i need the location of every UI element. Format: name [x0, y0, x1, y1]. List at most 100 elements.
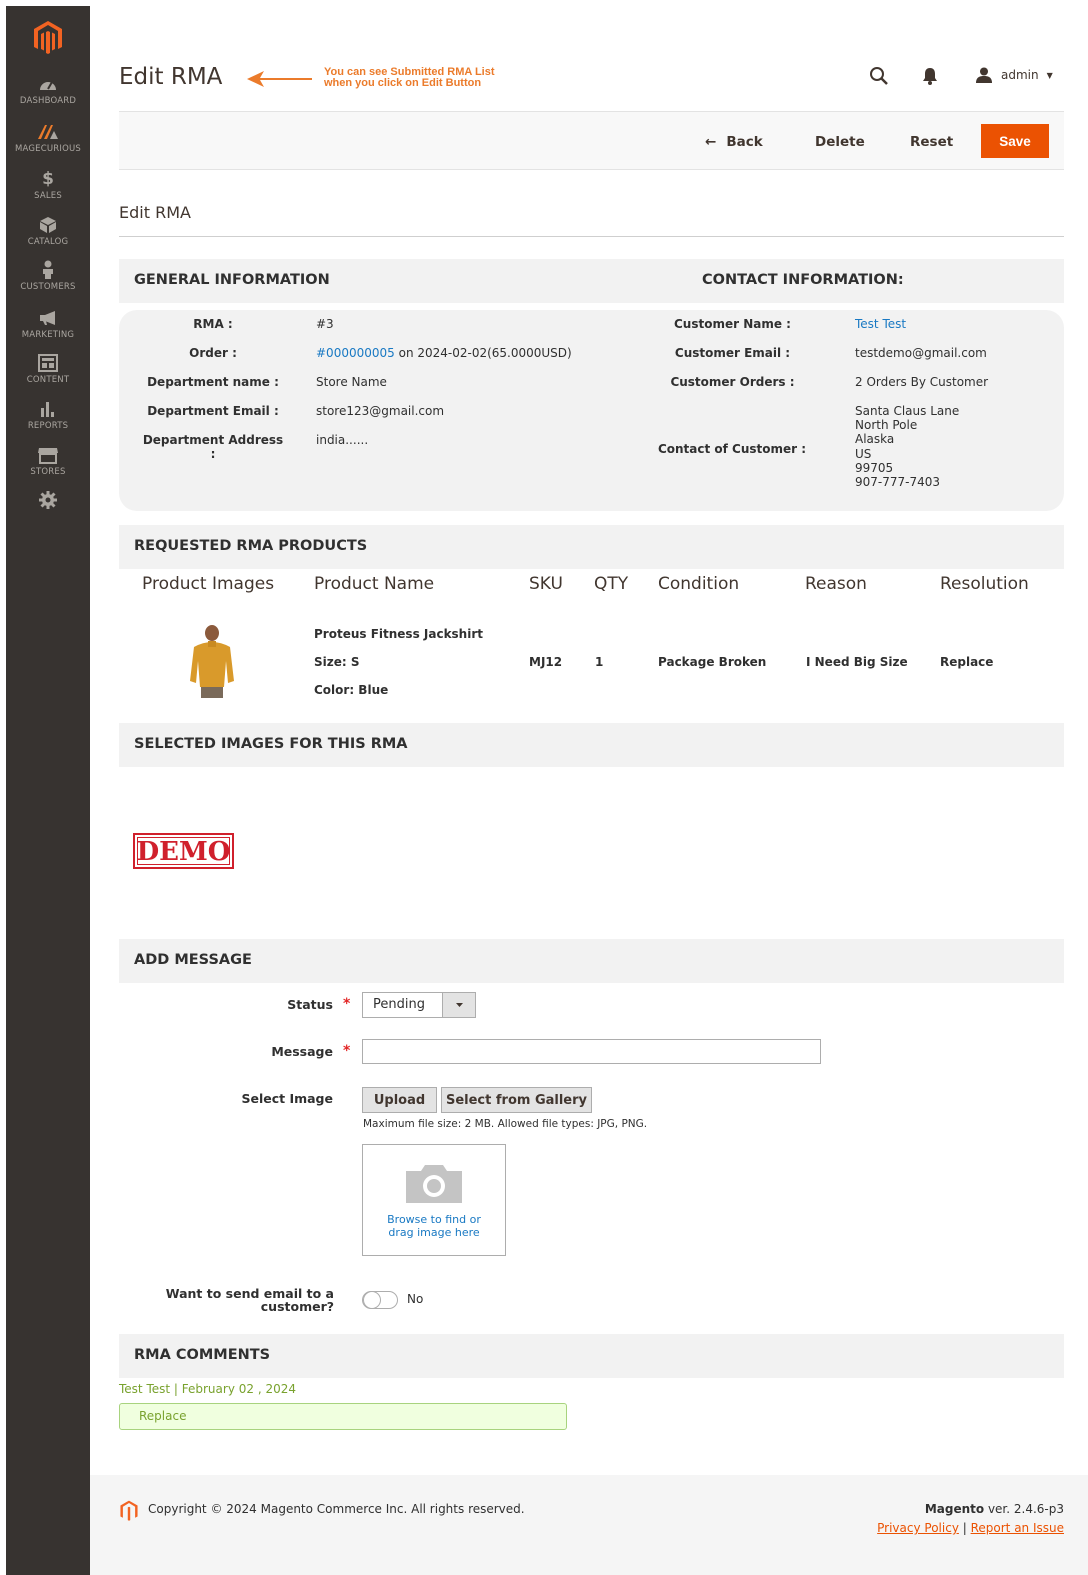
status-select[interactable]: Pending	[362, 992, 476, 1018]
customer-name-label: Customer Name :	[674, 317, 791, 331]
version-info: Magento ver. 2.4.6-p3	[925, 1502, 1064, 1516]
rma-value: #3	[316, 317, 334, 331]
page-title: Edit RMA	[119, 64, 223, 90]
sidebar-item-label: CONTENT	[26, 375, 70, 385]
annotation-note: You can see Submitted RMA List when you …	[324, 67, 495, 89]
toggle-knob	[363, 1291, 381, 1309]
general-info-heading: GENERAL INFORMATION	[134, 272, 330, 288]
sidebar-item-label: REPORTS	[27, 421, 69, 431]
box-icon	[40, 217, 56, 233]
sidebar-item-catalog[interactable]: CATALOG	[6, 215, 90, 247]
order-label: Order :	[189, 346, 237, 360]
footer: Copyright © 2024 Magento Commerce Inc. A…	[90, 1475, 1088, 1575]
comment-text: Replace	[139, 1409, 187, 1423]
order-link[interactable]: #000000005	[316, 346, 395, 360]
demo-stamp-image[interactable]: DEMO	[133, 833, 234, 869]
person-icon	[43, 260, 53, 279]
magecurious-icon	[38, 125, 58, 139]
address-line: North Pole	[855, 418, 918, 433]
gear-icon	[39, 491, 57, 509]
sidebar-item-system[interactable]	[6, 490, 90, 510]
footer-links: Privacy Policy | Report an Issue	[877, 1521, 1064, 1535]
column-header: SKU	[529, 574, 563, 594]
product-size: Size: S	[314, 655, 360, 669]
sidebar-item-label: STORES	[30, 467, 66, 477]
department-name-value: Store Name	[316, 375, 387, 389]
add-message-heading: ADD MESSAGE	[134, 952, 252, 968]
images-heading: SELECTED IMAGES FOR THIS RMA	[134, 736, 408, 752]
sidebar-item-sales[interactable]: $ SALES	[6, 169, 90, 201]
product-resolution: Replace	[940, 655, 994, 669]
sidebar-item-stores[interactable]: STORES	[6, 445, 90, 477]
message-input[interactable]	[362, 1039, 821, 1064]
column-header: QTY	[594, 574, 629, 594]
product-name: Proteus Fitness Jackshirt	[314, 627, 483, 641]
add-message-header: ADD MESSAGE	[119, 939, 1064, 983]
brand-name: Magento	[924, 1502, 985, 1516]
save-button[interactable]: Save	[981, 124, 1049, 158]
magento-logo-icon[interactable]	[32, 20, 64, 56]
sidebar-item-reports[interactable]: REPORTS	[6, 399, 90, 431]
reset-button[interactable]: Reset	[910, 134, 953, 150]
department-email-value: store123@gmail.com	[316, 404, 445, 418]
arrow-left-icon: ←	[705, 134, 717, 150]
stamp-text: DEMO	[136, 837, 231, 867]
dropzone-line: drag image here	[388, 1226, 480, 1239]
address-line: 907-777-7403	[855, 475, 941, 490]
required-marker: *	[343, 1043, 351, 1059]
search-icon[interactable]	[869, 66, 889, 86]
department-address-label: Department Address :	[142, 433, 284, 461]
image-dropzone[interactable]: Browse to find or drag image here	[362, 1144, 506, 1256]
comments-header: RMA COMMENTS	[119, 1334, 1064, 1378]
sidebar-item-marketing[interactable]: MARKETING	[6, 308, 90, 340]
sidebar-item-label: MARKETING	[21, 330, 75, 340]
admin-user-menu[interactable]: admin ▼	[975, 67, 1053, 83]
back-button[interactable]: ← Back	[705, 134, 763, 150]
send-email-toggle[interactable]	[362, 1291, 398, 1309]
images-header: SELECTED IMAGES FOR THIS RMA	[119, 723, 1064, 767]
admin-sidebar: DASHBOARD MAGECURIOUS $ SALES CATALOG CU…	[6, 6, 90, 1575]
customer-name-link[interactable]: Test Test	[855, 317, 906, 331]
product-condition: Package Broken	[658, 655, 767, 669]
version-number: ver. 2.4.6-p3	[984, 1502, 1064, 1516]
sidebar-item-magecurious[interactable]: MAGECURIOUS	[6, 122, 90, 154]
dollar-icon: $	[42, 169, 54, 189]
toggle-state-label: No	[407, 1292, 424, 1306]
column-header: Product Name	[314, 574, 435, 594]
status-label: Status	[287, 997, 333, 1012]
megaphone-icon	[40, 311, 55, 325]
customer-address: Santa Claus Lane North Pole Alaska US 99…	[855, 404, 959, 489]
report-issue-link[interactable]: Report an Issue	[971, 1521, 1064, 1535]
sidebar-item-label: CATALOG	[27, 237, 69, 247]
comments-heading: RMA COMMENTS	[134, 1347, 271, 1363]
product-thumbnail	[190, 625, 234, 698]
comment-bubble: Replace	[119, 1403, 567, 1430]
sidebar-item-content[interactable]: CONTENT	[6, 353, 90, 385]
upload-button[interactable]: Upload	[362, 1087, 437, 1113]
chevron-down-icon: ▼	[1046, 70, 1053, 80]
dropzone-text[interactable]: Browse to find or drag image here	[363, 1213, 505, 1239]
sidebar-item-customers[interactable]: CUSTOMERS	[6, 260, 90, 292]
order-value: #000000005 on 2024-02-02(65.0000USD)	[316, 346, 572, 360]
department-name-label: Department name :	[147, 375, 279, 389]
select-from-gallery-button[interactable]: Select from Gallery	[441, 1087, 592, 1113]
chevron-down-icon	[456, 1003, 463, 1007]
section-title: Edit RMA	[119, 203, 191, 222]
layout-icon	[38, 354, 58, 372]
bell-icon[interactable]	[922, 67, 938, 85]
products-header: REQUESTED RMA PRODUCTS	[119, 525, 1064, 569]
delete-button[interactable]: Delete	[815, 134, 865, 150]
store-icon	[38, 448, 58, 464]
product-color: Color: Blue	[314, 683, 389, 697]
select-arrow	[442, 993, 475, 1017]
product-qty: 1	[595, 655, 604, 669]
select-image-label: Select Image	[241, 1091, 333, 1106]
comment-meta: Test Test | February 02 , 2024	[119, 1382, 296, 1396]
sidebar-item-dashboard[interactable]: DASHBOARD	[6, 74, 90, 106]
column-header: Resolution	[940, 574, 1029, 594]
required-marker: *	[343, 996, 351, 1012]
address-line: Alaska	[855, 432, 895, 447]
customer-email-label: Customer Email :	[674, 346, 791, 360]
privacy-policy-link[interactable]: Privacy Policy	[877, 1521, 959, 1535]
customer-email-value: testdemo@gmail.com	[855, 346, 987, 360]
